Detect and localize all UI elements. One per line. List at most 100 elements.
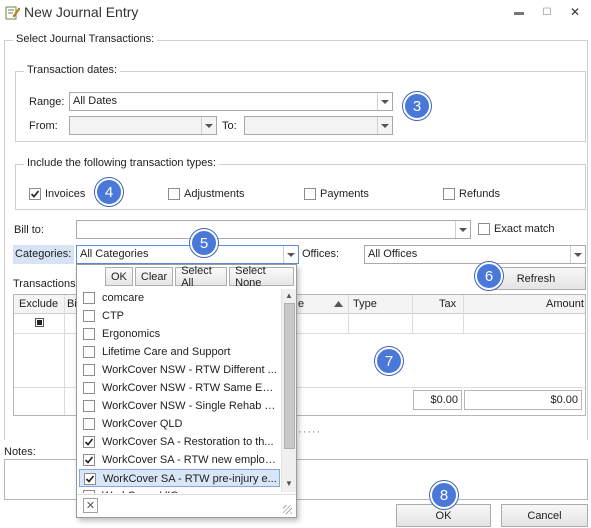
column-tax[interactable]: Tax bbox=[439, 298, 456, 310]
step-badge-7: 7 bbox=[375, 347, 403, 375]
cancel-button[interactable]: Cancel bbox=[501, 504, 588, 527]
category-option[interactable]: WorkCover QLD bbox=[79, 415, 280, 433]
adjustments-checkbox[interactable] bbox=[168, 188, 180, 200]
cancel-label: Cancel bbox=[527, 509, 562, 522]
column-amount[interactable]: Amount bbox=[546, 298, 584, 310]
checkmark-icon bbox=[85, 475, 95, 483]
sort-ascending-icon bbox=[334, 301, 343, 307]
category-option[interactable]: WorkCover NSW - RTW Same Em... bbox=[79, 379, 280, 397]
refunds-label: Refunds bbox=[459, 188, 500, 200]
category-option[interactable]: WorkCover SA - RTW pre-injury e... bbox=[79, 469, 280, 487]
invoices-checkbox[interactable] bbox=[29, 188, 41, 200]
category-option-label: comcare bbox=[102, 292, 145, 304]
category-option-label: CTP bbox=[102, 310, 124, 322]
dropdown-clear-button[interactable]: Clear bbox=[134, 267, 174, 286]
category-option[interactable]: WorkCover NSW - Single Rehab S... bbox=[79, 397, 280, 415]
category-option[interactable]: WorkCover VIC bbox=[79, 487, 280, 493]
splitter-grip[interactable]: ····· bbox=[298, 426, 321, 438]
category-checkbox[interactable] bbox=[83, 490, 95, 493]
exact-match-checkbox[interactable] bbox=[478, 223, 490, 235]
category-checkbox[interactable] bbox=[83, 382, 95, 394]
category-option[interactable]: CTP bbox=[79, 307, 280, 325]
dropdown-ok-button[interactable]: OK bbox=[105, 267, 133, 286]
checkmark-icon bbox=[84, 438, 94, 446]
step-badge-8: 8 bbox=[430, 481, 458, 509]
column-exclude[interactable]: Exclude bbox=[19, 298, 58, 310]
category-option-label: WorkCover SA - Restoration to th... bbox=[102, 436, 274, 448]
refunds-checkbox[interactable] bbox=[443, 188, 455, 200]
category-option-label: Ergonomics bbox=[102, 328, 161, 340]
category-checkbox[interactable] bbox=[84, 473, 96, 485]
category-option-label: WorkCover SA - RTW pre-injury e... bbox=[103, 473, 277, 485]
exact-match-label: Exact match bbox=[494, 223, 555, 235]
select-transactions-label: Select Journal Transactions: bbox=[13, 33, 158, 45]
category-checkbox[interactable] bbox=[83, 454, 95, 466]
exclude-all-checkbox[interactable] bbox=[35, 318, 44, 327]
category-checkbox[interactable] bbox=[83, 436, 95, 448]
category-option[interactable]: Lifetime Care and Support bbox=[79, 343, 280, 361]
to-date-field[interactable] bbox=[244, 116, 393, 135]
checkmark-icon bbox=[30, 190, 40, 198]
step-badge-4: 4 bbox=[95, 178, 123, 206]
transactions-label: Transactions bbox=[13, 278, 76, 290]
minimize-button[interactable]: ▬ bbox=[506, 1, 532, 23]
chevron-down-icon bbox=[283, 246, 298, 263]
scroll-up-icon[interactable]: ▲ bbox=[285, 291, 293, 300]
maximize-icon: ☐ bbox=[542, 6, 552, 18]
scroll-thumb[interactable] bbox=[284, 303, 295, 449]
category-option[interactable]: WorkCover SA - RTW new employer bbox=[79, 451, 280, 469]
category-checkbox[interactable] bbox=[83, 292, 95, 304]
category-option[interactable]: Ergonomics bbox=[79, 325, 280, 343]
scroll-down-icon[interactable]: ▼ bbox=[285, 479, 293, 488]
column-date[interactable]: e bbox=[298, 298, 304, 310]
bill-to-select[interactable] bbox=[76, 220, 471, 239]
amount-total: $0.00 bbox=[464, 390, 582, 410]
payments-label: Payments bbox=[320, 188, 369, 200]
journal-edit-icon bbox=[5, 6, 20, 20]
transaction-types-label: Include the following transaction types: bbox=[24, 157, 219, 169]
range-value: All Dates bbox=[73, 95, 118, 107]
category-option[interactable]: WorkCover SA - Restoration to th... bbox=[79, 433, 280, 451]
category-checkbox[interactable] bbox=[83, 400, 95, 412]
column-divider bbox=[64, 295, 65, 415]
category-option-label: WorkCover NSW - Single Rehab S... bbox=[102, 400, 277, 412]
categories-select[interactable]: All Categories bbox=[76, 245, 299, 264]
adjustments-label: Adjustments bbox=[184, 188, 245, 200]
category-option-label: WorkCover VIC bbox=[102, 490, 277, 493]
offices-select[interactable]: All Offices bbox=[364, 245, 586, 264]
ok-label: OK bbox=[435, 509, 452, 522]
category-checkbox[interactable] bbox=[83, 418, 95, 430]
from-date-field[interactable] bbox=[69, 116, 217, 135]
resize-grip-icon[interactable] bbox=[283, 505, 292, 514]
column-divider bbox=[412, 295, 413, 333]
dropdown-close-button[interactable]: ✕ bbox=[83, 498, 98, 513]
column-divider bbox=[463, 295, 464, 333]
step-badge-5: 5 bbox=[190, 229, 218, 257]
dropdown-scrollbar[interactable]: ▲ ▼ bbox=[281, 289, 296, 492]
dropdown-select-all-button[interactable]: Select All bbox=[175, 265, 228, 289]
category-option-label: WorkCover QLD bbox=[102, 418, 183, 430]
category-checkbox[interactable] bbox=[83, 310, 95, 322]
category-option[interactable]: comcare bbox=[79, 289, 280, 307]
maximize-button[interactable]: ☐ bbox=[534, 1, 560, 23]
dropdown-select-none-button[interactable]: Select None bbox=[229, 265, 294, 289]
categories-dropdown: OK Clear Select All Select None comcare C… bbox=[76, 264, 297, 518]
category-checkbox[interactable] bbox=[83, 328, 95, 340]
column-type[interactable]: Type bbox=[353, 298, 377, 310]
payments-checkbox[interactable] bbox=[304, 188, 316, 200]
close-icon: ✕ bbox=[85, 500, 96, 512]
from-label: From: bbox=[29, 120, 58, 132]
checkmark-icon bbox=[84, 456, 94, 464]
dropdown-button-bar: OK Clear Select All Select None bbox=[105, 265, 296, 289]
range-select[interactable]: All Dates bbox=[69, 92, 393, 111]
close-button[interactable]: ✕ bbox=[562, 1, 588, 23]
category-checkbox[interactable] bbox=[83, 364, 95, 376]
range-label: Range: bbox=[29, 96, 65, 108]
category-option-label: Lifetime Care and Support bbox=[102, 346, 231, 358]
chevron-down-icon bbox=[201, 117, 216, 134]
category-checkbox[interactable] bbox=[83, 346, 95, 358]
offices-value: All Offices bbox=[368, 248, 418, 260]
title-bar: New Journal Entry ▬ ☐ ✕ bbox=[0, 0, 591, 26]
window-title: New Journal Entry bbox=[24, 4, 139, 20]
category-option[interactable]: WorkCover NSW - RTW Different ... bbox=[79, 361, 280, 379]
